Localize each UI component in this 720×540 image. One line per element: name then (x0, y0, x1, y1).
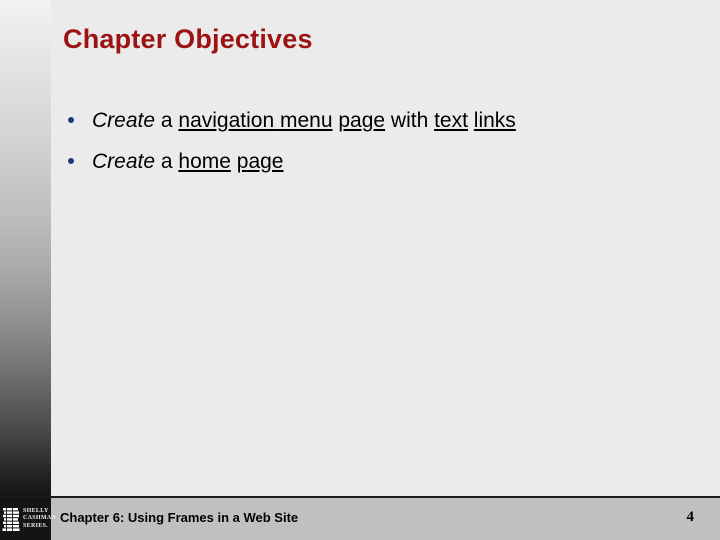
bullet-segment: Create (92, 150, 156, 173)
bullet-dot-icon (68, 117, 74, 123)
bullet-dot-icon (68, 158, 74, 164)
bullet-segment: Create (92, 109, 156, 132)
bullet-segment: home (178, 150, 231, 173)
bullet-segment: a (155, 150, 179, 173)
slide: Chapter Objectives Create a navigation m… (0, 0, 720, 540)
page-title: Chapter Objectives (63, 24, 313, 54)
stacked-books-icon (2, 508, 20, 531)
bullet-segment: page (236, 150, 284, 173)
footer-chapter-label: Chapter 6: Using Frames in a Web Site (60, 510, 299, 525)
bullet-segment: links (473, 109, 516, 132)
bullet-segment: with (385, 109, 435, 132)
list-item: Create a home page (63, 145, 708, 178)
bullet-text-1: Create a navigation menu page with text … (92, 109, 516, 132)
bullet-segment: a (155, 109, 179, 132)
bullet-segment: page (338, 109, 386, 132)
sidebar-gradient-bar (0, 0, 51, 497)
bullet-text-2: Create a home page (92, 150, 283, 173)
series-logo-line-3: Series. (23, 522, 48, 529)
bullet-list: Create a navigation menu page with text … (63, 104, 708, 186)
slide-number: 4 (686, 509, 695, 525)
bullet-segment: text (434, 109, 468, 132)
bullet-segment: menu (279, 109, 333, 132)
bullet-segment: navigation (178, 109, 275, 132)
series-logo: Shelly Cashman Series. (0, 498, 56, 540)
series-logo-text: Shelly Cashman Series. (23, 508, 56, 531)
list-item: Create a navigation menu page with text … (63, 104, 708, 137)
series-logo-line-2: Cashman (23, 515, 57, 522)
series-logo-line-1: Shelly (23, 507, 49, 514)
